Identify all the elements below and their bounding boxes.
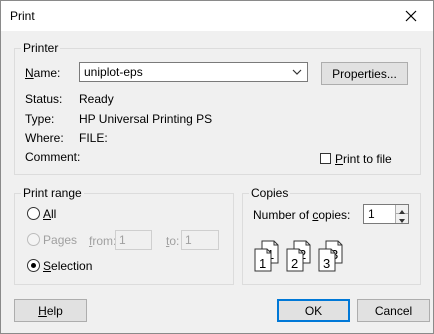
print-to-file-label: Print to file xyxy=(335,152,392,166)
comment-label: Comment: xyxy=(25,150,81,164)
close-icon xyxy=(405,10,417,22)
printer-name-combobox[interactable]: uniplot-eps xyxy=(79,62,308,82)
where-value: FILE: xyxy=(79,131,108,145)
print-dialog: Print Printer Name: uniplot-eps Properti… xyxy=(0,0,434,334)
svg-text:2: 2 xyxy=(291,256,298,271)
spin-up-button[interactable] xyxy=(395,205,408,214)
printer-group-label: Printer xyxy=(23,41,59,55)
radio-pages-label: Pages xyxy=(43,233,78,247)
help-button[interactable]: Help xyxy=(14,299,87,322)
help-button-label: Help xyxy=(38,303,63,318)
status-label: Status: xyxy=(25,92,63,106)
radio-pages[interactable] xyxy=(27,233,40,246)
spin-down-icon xyxy=(399,219,405,223)
from-label: from: xyxy=(89,234,117,248)
spin-down-button[interactable] xyxy=(395,214,408,223)
number-of-copies-label: Number of copies: xyxy=(253,208,351,222)
svg-text:3: 3 xyxy=(323,256,330,271)
properties-button[interactable]: Properties... xyxy=(321,62,408,85)
number-of-copies-value: 1 xyxy=(368,207,375,221)
printer-name-label: Name: xyxy=(25,66,61,80)
svg-text:1: 1 xyxy=(259,256,266,271)
radio-all[interactable] xyxy=(27,207,40,220)
to-value: 1 xyxy=(185,233,192,247)
printer-name-value: uniplot-eps xyxy=(84,65,143,79)
to-input[interactable]: 1 xyxy=(181,230,219,250)
type-label: Type: xyxy=(25,112,55,126)
properties-button-label: Properties... xyxy=(332,66,397,81)
to-label: to: xyxy=(166,234,180,248)
radio-selection-label: Selection xyxy=(43,259,93,273)
radio-selection[interactable] xyxy=(27,259,40,272)
ok-button[interactable]: OK xyxy=(277,299,350,322)
cancel-button-label: Cancel xyxy=(374,303,413,318)
chevron-down-icon xyxy=(292,69,302,75)
from-value: 1 xyxy=(119,233,126,247)
radio-selection-dot xyxy=(31,263,36,268)
where-label: Where: xyxy=(25,131,64,145)
print-to-file-checkbox[interactable] xyxy=(320,153,331,164)
collate-pages-icon: 1 1 2 2 3 3 xyxy=(254,240,343,272)
copies-group-label: Copies xyxy=(251,186,289,200)
cancel-button[interactable]: Cancel xyxy=(357,299,430,322)
radio-all-label: All xyxy=(43,207,57,221)
print-range-group-label: Print range xyxy=(23,186,82,200)
from-input[interactable]: 1 xyxy=(115,230,152,250)
status-value: Ready xyxy=(79,92,114,106)
ok-button-label: OK xyxy=(304,303,323,318)
title-bar: Print xyxy=(1,1,433,31)
type-value: HP Universal Printing PS xyxy=(79,112,213,126)
dialog-title: Print xyxy=(10,9,35,23)
close-button[interactable] xyxy=(389,1,433,31)
number-of-copies-spinner[interactable]: 1 xyxy=(363,204,409,224)
